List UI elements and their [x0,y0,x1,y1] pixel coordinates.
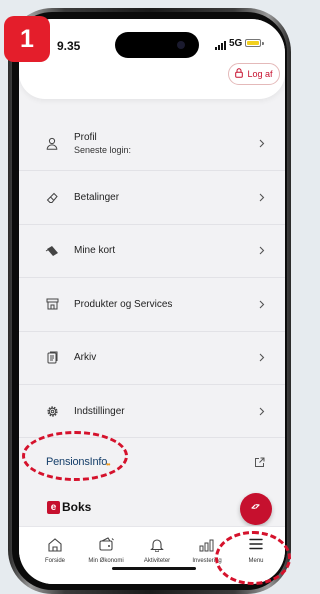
menu-item-label: Arkiv [74,352,97,364]
card-icon [45,244,59,258]
chevron-right-icon [257,353,267,363]
store-icon [45,297,59,311]
chevron-right-icon [257,406,267,416]
chart-icon [199,535,215,553]
swap-arrows-icon [250,500,262,518]
menu-item-label: Produkter og Services [74,298,173,310]
tab-label: Min Økonomi [88,558,124,564]
status-bar: 9.35 5G [19,19,285,65]
transfer-button[interactable] [240,493,272,525]
menu-item-label: Betalinger [74,192,120,204]
chevron-right-icon [257,139,267,149]
eraser-icon [45,191,59,205]
battery-icon [245,39,261,47]
menu-item-label: Profil [74,132,97,144]
eboks-logo-text: Boks [62,500,92,514]
menu-item-betalinger[interactable]: Betalinger [19,170,285,223]
wallet-icon [98,535,115,553]
eboks-logo-mark: e [47,500,60,514]
menu-item-profil[interactable]: Profil Seneste login: [19,117,285,170]
menu-item-arkiv[interactable]: Arkiv [19,330,285,384]
menu-item-produkter[interactable]: Produkter og Services [19,277,285,330]
step-badge-number: 1 [20,24,34,53]
battery-tip [262,42,264,45]
menu-item-label: Mine kort [74,245,116,257]
lock-icon [235,65,244,83]
gear-icon [45,404,59,418]
phone-screen: 9.35 5G Log af Profil Seneste login: Bet… [19,19,285,584]
external-link-icon [254,455,265,473]
logout-button[interactable]: Log af [228,63,280,85]
chevron-right-icon [257,193,267,203]
tab-label: Aktiviteter [143,558,171,564]
home-icon [47,535,63,553]
step-badge: 1 [4,16,50,62]
home-indicator [112,567,196,570]
chevron-right-icon [257,299,267,309]
annotation-circle-menu [215,531,291,585]
logout-label: Log af [247,69,273,79]
eboks-logo: e Boks [47,500,91,514]
tab-label: Forside [44,558,65,564]
dynamic-island [115,32,199,58]
menu-list: Profil Seneste login: Betalinger Mine ko… [19,117,285,437]
bell-icon [150,535,164,553]
menu-item-sublabel: Seneste login: [74,145,132,156]
status-time: 9.35 [57,39,81,53]
menu-item-indstillinger[interactable]: Indstillinger [19,383,285,437]
annotation-circle-pensionsinfo [22,431,128,481]
person-icon [45,137,59,151]
tab-min-oekonomi[interactable]: Min Økonomi [78,535,134,564]
tab-forside[interactable]: Forside [27,535,83,564]
network-type: 5G [229,38,243,49]
menu-item-label: Indstillinger [74,405,125,417]
chevron-right-icon [257,246,267,256]
menu-item-mine-kort[interactable]: Mine kort [19,223,285,277]
signal-icon [215,41,226,50]
tab-aktiviteter[interactable]: Aktiviteter [129,535,185,564]
archive-icon [45,351,59,365]
